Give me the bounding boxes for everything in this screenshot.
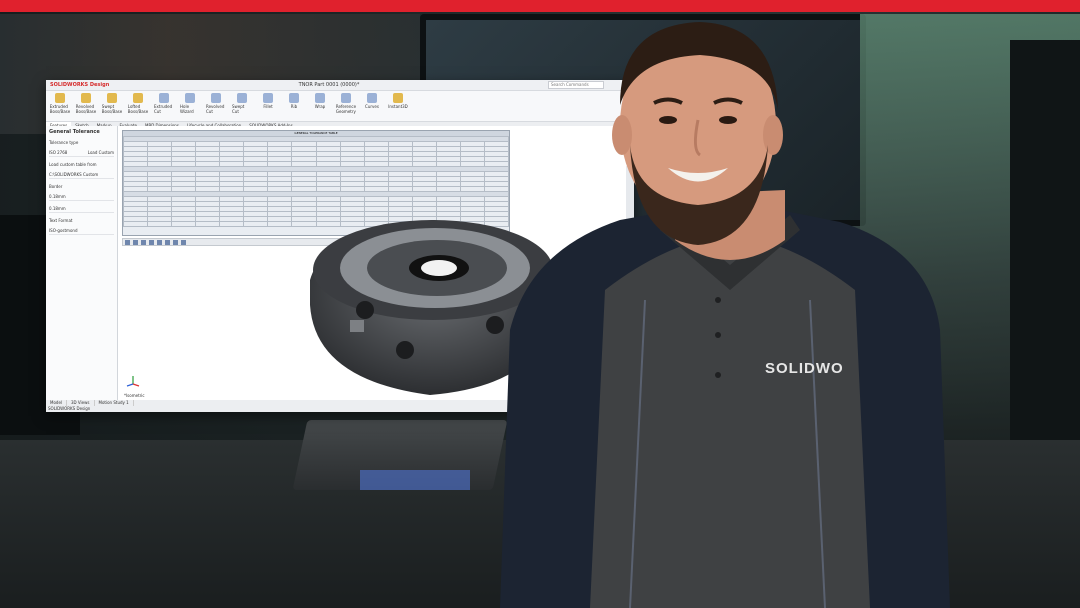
instant3d-icon <box>393 93 403 103</box>
fillet-button[interactable]: Fillet <box>258 93 278 119</box>
revolve-button[interactable]: Revolved Boss/Base <box>76 93 96 119</box>
view-orientation-icon[interactable] <box>141 239 146 245</box>
app-logo: SOLIDWORKS Design <box>50 82 110 88</box>
reference-icon <box>341 93 351 103</box>
custom-table-label: Load custom table from <box>49 162 97 167</box>
view-settings-icon[interactable] <box>181 239 186 245</box>
hole-wizard-button[interactable]: Hole Wizard <box>180 93 200 119</box>
rib-icon <box>289 93 299 103</box>
revolve-cut-icon <box>211 93 221 103</box>
extrude-button[interactable]: Extruded Boss/Base <box>50 93 70 119</box>
border-spacing-field[interactable]: 0.18mm <box>49 204 114 213</box>
extruded-cut-button[interactable]: Extruded Cut <box>154 93 174 119</box>
tolerance-type-select[interactable]: ISO 2768 Load Custom <box>49 148 114 157</box>
display-style-icon[interactable] <box>149 239 154 245</box>
loft-icon <box>133 93 143 103</box>
swept-cut-button[interactable]: Swept Cut <box>232 93 252 119</box>
property-manager: General Tolerance Tolerance type ISO 276… <box>46 126 118 400</box>
wrap-button[interactable]: Wrap <box>310 93 330 119</box>
reference-geometry-button[interactable]: Reference Geometry <box>336 93 356 119</box>
swept-cut-icon <box>237 93 247 103</box>
background-panel <box>1010 40 1080 440</box>
revolve-icon <box>81 93 91 103</box>
hide-show-icon[interactable] <box>157 239 162 245</box>
text-format-field[interactable]: ISO-gostmond <box>49 226 114 235</box>
video-frame: SOLIDWORKS Design TNOR Part 0001 (0000)*… <box>0 0 1080 608</box>
zoom-icon[interactable] <box>125 239 130 245</box>
curves-icon <box>367 93 377 103</box>
console-screen <box>360 470 470 490</box>
sweep-button[interactable]: Swept Boss/Base <box>102 93 122 119</box>
section-view-icon[interactable] <box>133 239 138 245</box>
rib-button[interactable]: Rib <box>284 93 304 119</box>
border-width-field[interactable]: 0.18mm <box>49 192 114 201</box>
border-label: Border <box>49 184 63 189</box>
panel-title: General Tolerance <box>49 129 100 135</box>
hole-icon <box>185 93 195 103</box>
axis-triad-icon <box>126 376 140 387</box>
sweep-icon <box>107 93 117 103</box>
revolved-cut-button[interactable]: Revolved Cut <box>206 93 226 119</box>
extrude-icon <box>55 93 65 103</box>
tolerance-type-label: Tolerance type <box>49 140 79 145</box>
custom-table-field[interactable]: C:\SOLIDWORKS Custom <box>49 170 114 179</box>
loft-button[interactable]: Lofted Boss/Base <box>128 93 148 119</box>
load-custom-button[interactable]: Load Custom <box>88 150 114 155</box>
fillet-icon <box>263 93 273 103</box>
cut-icon <box>159 93 169 103</box>
text-format-label: Text Format <box>49 218 73 223</box>
shirt-logo: SOLIDWO <box>765 360 844 377</box>
presenter <box>500 22 950 608</box>
scene-icon[interactable] <box>173 239 178 245</box>
tab-motion-study[interactable]: Motion Study 1 <box>95 400 134 406</box>
wrap-icon <box>315 93 325 103</box>
appearance-icon[interactable] <box>165 239 170 245</box>
view-orientation-label: *Isometric <box>124 393 145 398</box>
instant3d-button[interactable]: Instant3D <box>388 93 408 119</box>
curves-button[interactable]: Curves <box>362 93 382 119</box>
